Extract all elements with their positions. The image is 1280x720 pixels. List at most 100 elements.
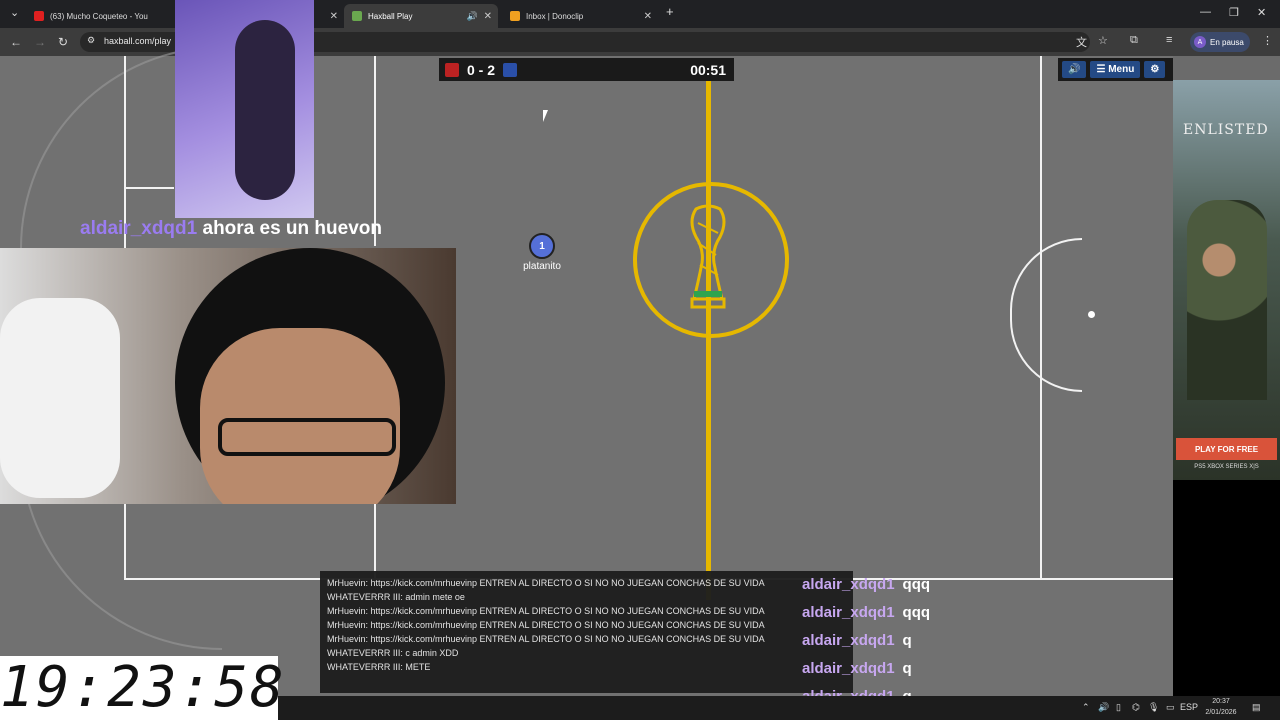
youtube-icon — [34, 11, 44, 21]
score: 0 - 2 — [467, 61, 496, 78]
stream-chat-msg: qqq — [902, 604, 931, 621]
reload-icon[interactable]: ↻ — [58, 35, 68, 49]
close-icon[interactable]: ✕ — [644, 11, 652, 22]
restore-icon[interactable]: ❐ — [1229, 6, 1239, 19]
red-team-icon — [445, 62, 459, 77]
left-box-top — [124, 187, 174, 189]
stream-chat-line: aldair_xdqd1 qqq — [802, 604, 930, 621]
right-arc — [1010, 238, 1082, 392]
media-control-icon[interactable]: ≡ — [1166, 34, 1172, 46]
mouse-cursor-icon — [543, 110, 548, 122]
sound-button[interactable]: 🔊 — [1062, 61, 1087, 78]
microphone-icon[interactable]: 🎙 — [1148, 702, 1159, 713]
back-icon[interactable]: ← — [10, 35, 22, 49]
menu-label: Menu — [1108, 64, 1135, 75]
player-platanito: 1 — [529, 233, 555, 259]
close-icon[interactable]: ✕ — [484, 11, 492, 22]
webcam-main — [0, 248, 456, 504]
stream-chat-line: aldair_xdqd1 q — [802, 660, 912, 677]
profile-button[interactable]: A En pausa — [1190, 32, 1250, 52]
game-menu-bar: 🔊 ☰ Menu ⚙ — [1058, 58, 1173, 81]
chat-line: MrHuevin: https://kick.com/mrhuevinp ENT… — [327, 634, 765, 644]
webcam-secondary — [175, 0, 314, 218]
tab-title: Haxball Play — [368, 11, 413, 21]
ad-play-button[interactable]: PLAY FOR FREE — [1176, 438, 1277, 460]
settings-button[interactable]: ⚙ — [1144, 61, 1166, 78]
taskbar: ⌃ 🔊 ▯ ⌬ 🎙 ▭ ESP ▤ — [278, 696, 1280, 720]
display-icon[interactable]: ▭ — [1166, 702, 1175, 713]
stream-alert: aldair_xdqd1 ahora es un huevon — [80, 218, 382, 240]
avatar: A — [1194, 36, 1206, 48]
sidebar-blank — [1173, 480, 1280, 696]
stream-chat-user: aldair_xdqd1 — [802, 660, 895, 677]
match-timer: 00:51 — [690, 61, 726, 78]
chat-line: MrHuevin: https://kick.com/mrhuevinp ENT… — [327, 606, 765, 616]
game-chat[interactable]: MrHuevin: https://kick.com/mrhuevinp ENT… — [320, 571, 853, 693]
system-date: 2/01/2026 — [1205, 709, 1237, 716]
stream-chat-line: aldair_xdqd1 qqq — [802, 576, 930, 593]
notification-icon[interactable]: ▤ — [1252, 702, 1261, 713]
alert-message: ahora es un huevon — [202, 218, 382, 239]
tab-title: (63) Mucho Coqueteo - You — [50, 11, 148, 21]
close-icon[interactable]: ✕ — [330, 11, 338, 22]
trophy-icon — [690, 204, 726, 309]
advertisement[interactable]: ENLISTED PLAY FOR FREE PS5 XBOX SERIES X… — [1173, 80, 1280, 480]
site-info-icon[interactable]: ⚙ — [87, 35, 95, 46]
webcam-face — [200, 328, 400, 504]
stream-chat-user: aldair_xdqd1 — [802, 576, 895, 593]
webcam-pillow — [0, 298, 120, 498]
system-time: 20:37 — [1212, 698, 1230, 705]
profile-status: En pausa — [1210, 37, 1244, 47]
speaker-icon[interactable]: 🔊 — [467, 11, 478, 22]
gear-icon: ⚙ — [1150, 64, 1160, 75]
ball — [1088, 311, 1095, 318]
system-clock[interactable]: 20:37 2/01/2026 — [1196, 696, 1246, 718]
player-name-label: platanito — [523, 261, 561, 272]
blue-team-icon — [503, 62, 518, 77]
chat-line: MrHuevin: https://kick.com/mrhuevinp ENT… — [327, 578, 765, 588]
menu-button[interactable]: ☰ Menu — [1090, 61, 1141, 78]
midfield-line — [706, 80, 711, 600]
network-icon[interactable]: ⌬ — [1132, 702, 1140, 713]
ad-platforms: PS5 XBOX SERIES X|S — [1194, 464, 1259, 470]
extensions-icon[interactable]: ⧉ — [1130, 34, 1138, 47]
forward-icon[interactable]: → — [34, 35, 46, 49]
stream-chat-msg: qqq — [902, 576, 931, 593]
stream-chat-user: aldair_xdqd1 — [802, 632, 895, 649]
tab-youtube[interactable]: (63) Mucho Coqueteo - You — [26, 4, 176, 28]
bookmark-star-icon[interactable]: ☆ — [1098, 34, 1108, 47]
stream-clock: 19:23:58 — [0, 655, 286, 720]
new-tab-button[interactable]: + — [666, 4, 674, 19]
tab-title: Inbox | Donoclip — [526, 11, 584, 21]
tab-donoclip[interactable]: Inbox | Donoclip ✕ — [502, 4, 658, 28]
tray-overflow-icon[interactable]: ⌃ — [1082, 702, 1090, 713]
stream-chat-user: aldair_xdqd1 — [802, 604, 895, 621]
alert-username: aldair_xdqd1 — [80, 218, 198, 239]
stream-chat-line: aldair_xdqd1 q — [802, 632, 912, 649]
chat-line: WHATEVERRR III: c admin XDD — [327, 648, 459, 658]
translate-icon[interactable]: 文 — [1076, 34, 1087, 50]
ad-cta-label: PLAY FOR FREE — [1194, 444, 1259, 454]
stream-chat-msg: q — [902, 660, 912, 677]
more-menu-icon[interactable]: ⋮ — [1262, 34, 1273, 47]
speaker-icon: 🔊 — [1068, 64, 1081, 75]
donoclip-icon — [510, 11, 520, 21]
battery-icon[interactable]: ▯ — [1116, 702, 1121, 713]
tab-search-icon[interactable]: ⌄ — [10, 6, 19, 19]
volume-icon[interactable]: 🔊 — [1098, 702, 1109, 713]
chat-line: WHATEVERRR III: admin mete oe — [327, 592, 465, 602]
tab-haxball[interactable]: Haxball Play 🔊 ✕ — [344, 4, 498, 28]
tab-hidden-close[interactable]: ✕ — [314, 4, 344, 28]
minimize-icon[interactable]: — — [1200, 6, 1211, 18]
scoreboard: 0 - 2 00:51 — [439, 58, 734, 81]
chat-line: WHATEVERRR III: METE — [327, 662, 431, 672]
hamburger-icon: ☰ — [1096, 64, 1106, 75]
ad-soldier-image — [1187, 200, 1267, 400]
stream-chat-msg: q — [902, 632, 912, 649]
ad-logo: ENLISTED — [1183, 122, 1269, 138]
webcam-person — [235, 20, 295, 200]
haxball-icon — [352, 11, 362, 21]
close-window-icon[interactable]: ✕ — [1257, 6, 1266, 19]
left-penalty-line-bottom — [374, 504, 376, 580]
chat-line: MrHuevin: https://kick.com/mrhuevinp ENT… — [327, 620, 765, 630]
